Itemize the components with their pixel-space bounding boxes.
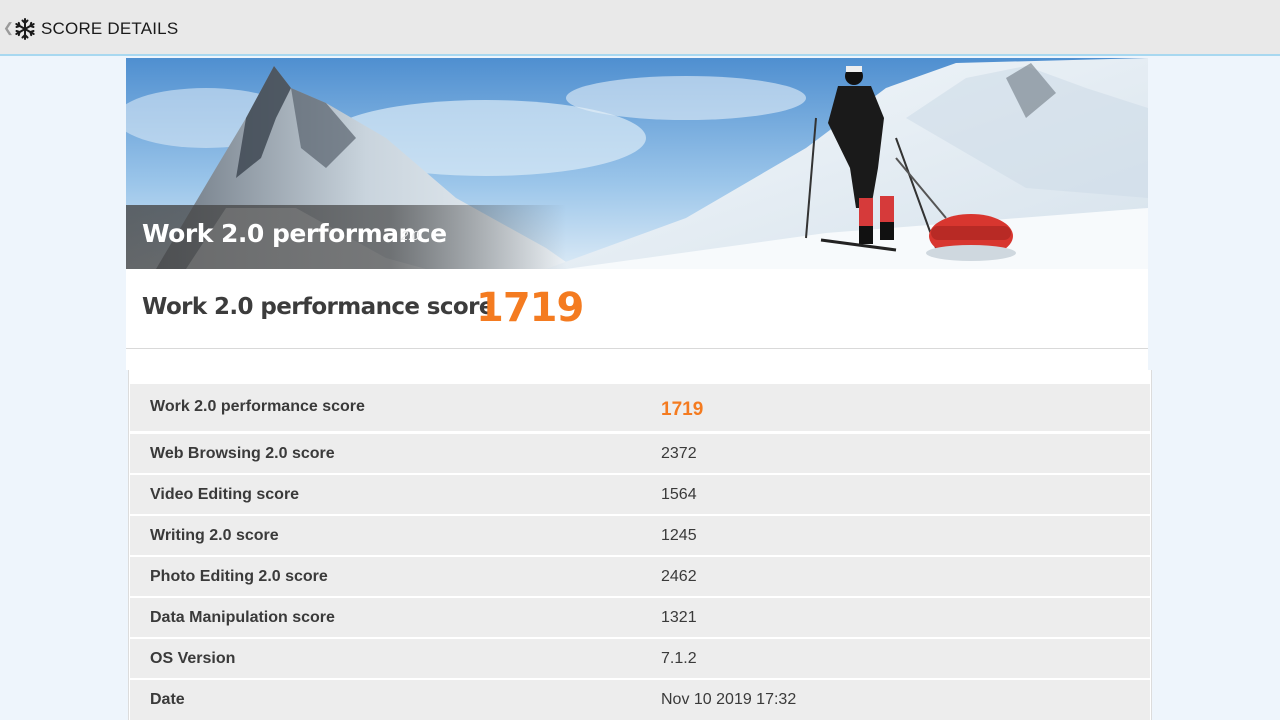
table-row: Video Editing score 1564 [130,475,1150,514]
score-label: Work 2.0 performance score [142,294,494,320]
score-value: 1719 [476,285,584,331]
benchmark-banner: Work 2.0 performance 2.0 [126,58,1148,269]
table-row: Photo Editing 2.0 score 2462 [130,557,1150,596]
row-value: 2462 [661,568,697,585]
row-value: Nov 10 2019 17:32 [661,691,797,708]
row-label: Photo Editing 2.0 score [150,568,328,585]
table-row: Date Nov 10 2019 17:32 [130,680,1150,720]
row-value: 2372 [661,445,697,462]
table-row: Data Manipulation score 1321 [130,598,1150,637]
table-row: Work 2.0 performance score 1719 [130,384,1150,431]
table-row: Writing 2.0 score 1245 [130,516,1150,555]
row-label: OS Version [150,650,236,667]
row-value: 7.1.2 [661,650,697,667]
row-label: Data Manipulation score [150,609,335,626]
row-label: Web Browsing 2.0 score [150,445,335,462]
table-row: Web Browsing 2.0 score 2372 [130,434,1150,473]
snowflake-icon[interactable] [13,17,37,41]
row-label: Writing 2.0 score [150,527,279,544]
score-summary: Work 2.0 performance score 1719 [126,269,1148,349]
row-label: Date [150,691,185,708]
card-spacer [126,349,1148,370]
score-details-table: Work 2.0 performance score 1719 Web Brow… [128,370,1152,720]
row-value: 1564 [661,486,697,503]
row-label: Work 2.0 performance score [150,398,365,415]
page-title: SCORE DETAILS [41,19,179,38]
app-header: ❮ SCORE DETAILS [0,0,1280,56]
row-value: 1245 [661,527,697,544]
table-row: OS Version 7.1.2 [130,639,1150,678]
row-value: 1719 [661,399,704,420]
row-value: 1321 [661,609,697,626]
row-label: Video Editing score [150,486,300,503]
benchmark-version: 2.0 [401,228,420,243]
